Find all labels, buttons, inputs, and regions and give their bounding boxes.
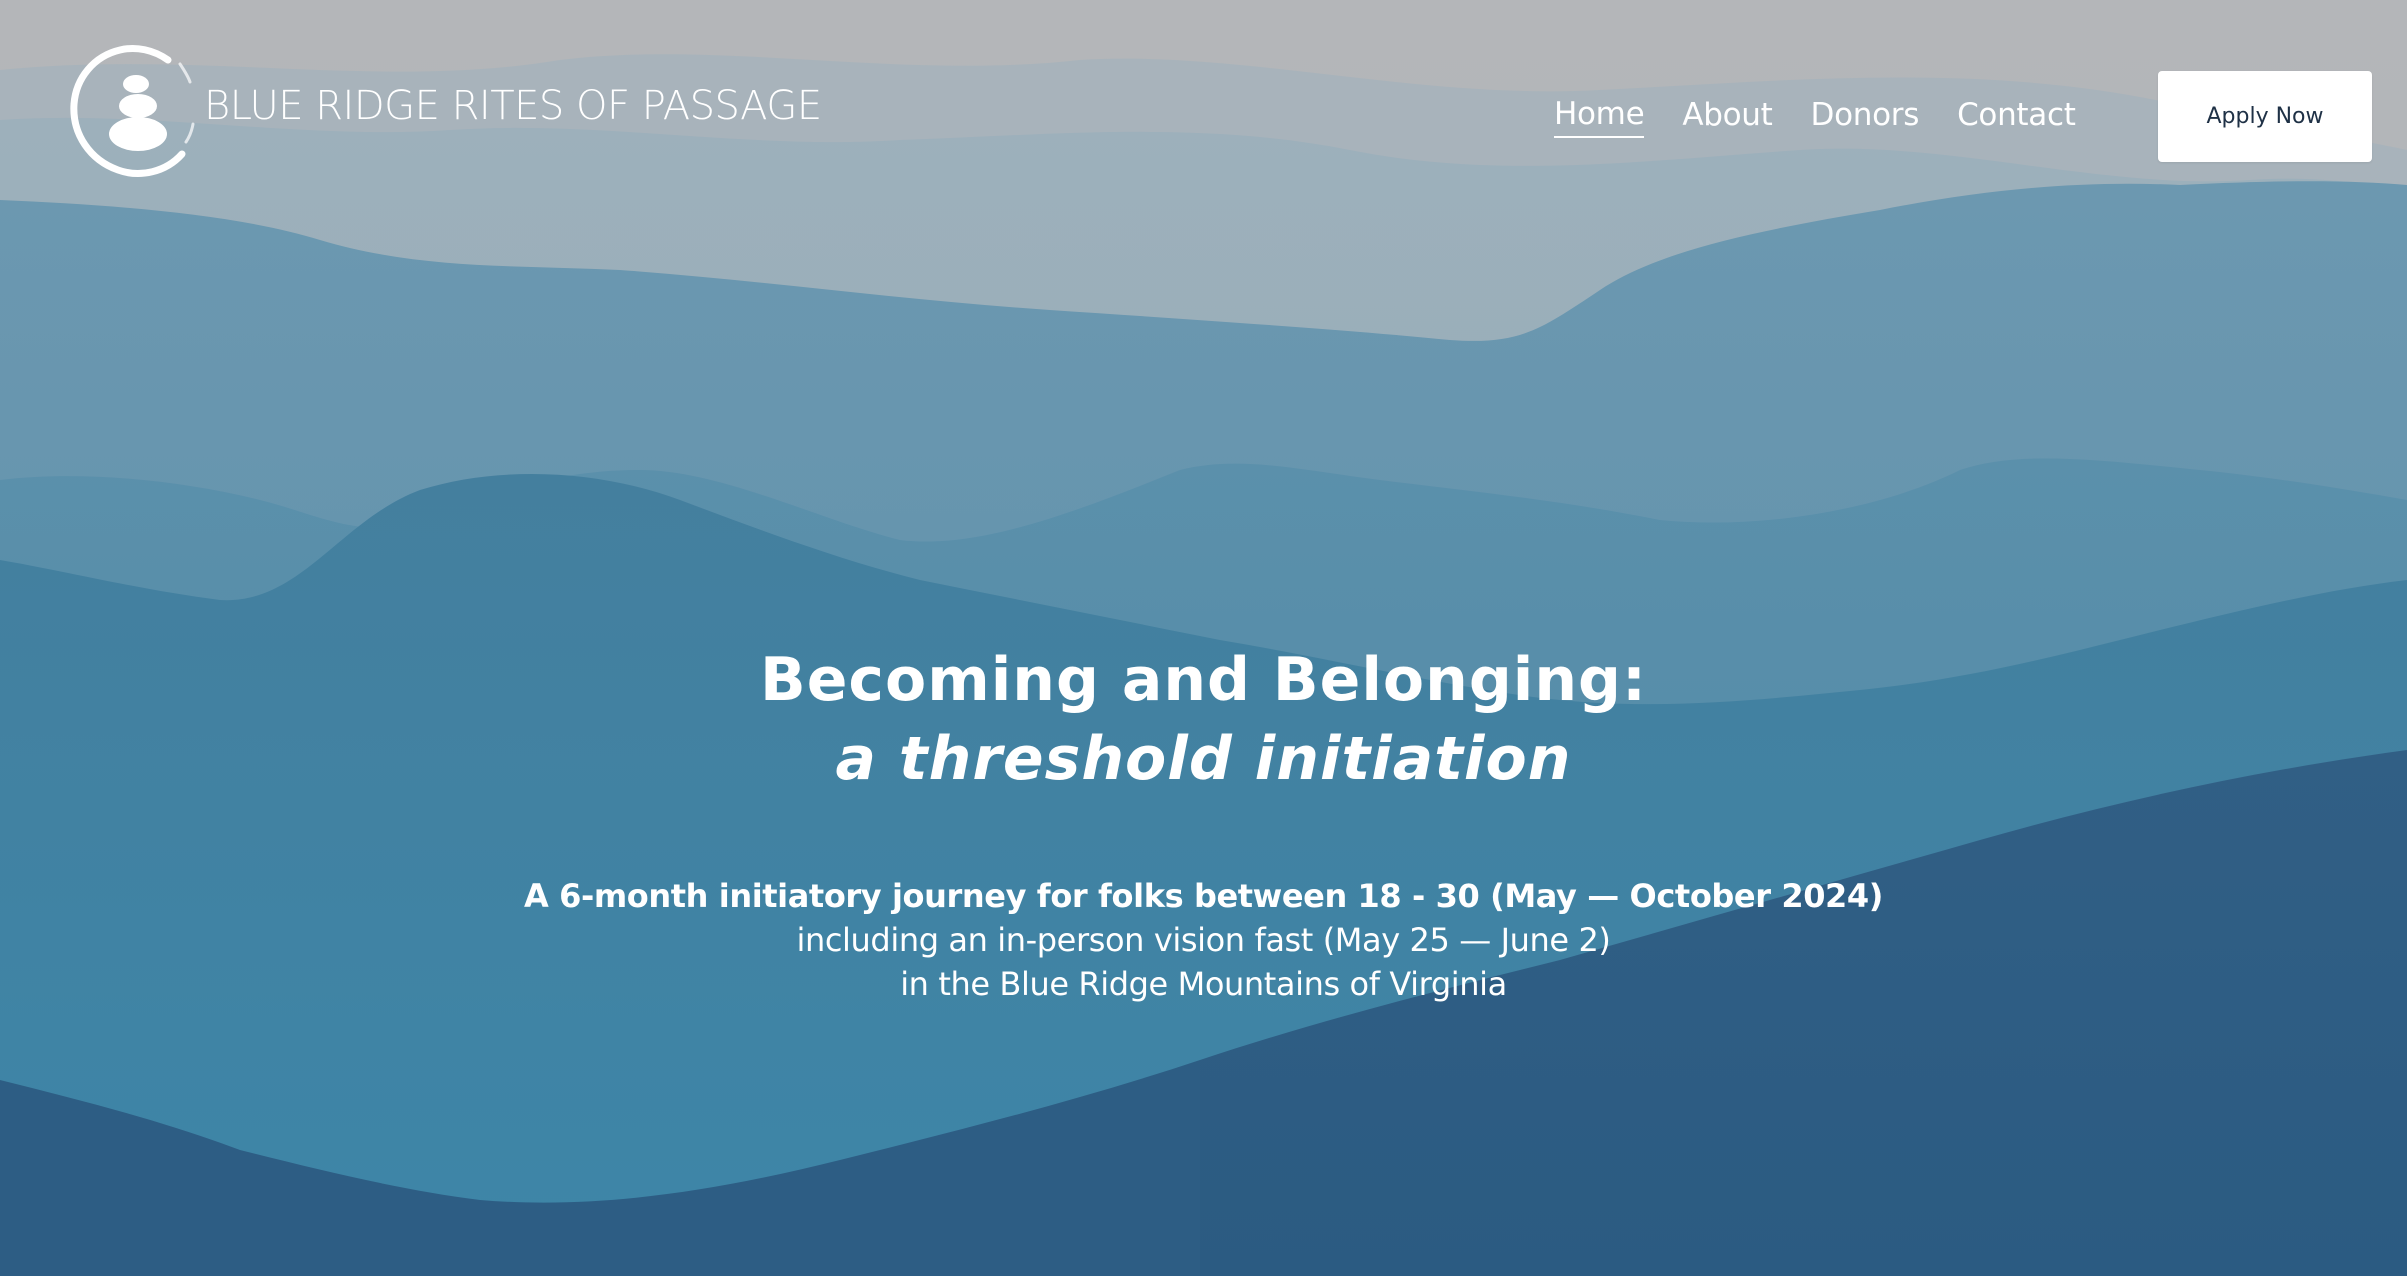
nav-home[interactable]: Home — [1554, 96, 1645, 138]
apply-now-button[interactable]: Apply Now — [2158, 71, 2372, 162]
hero-subtitle: a threshold initiation — [835, 724, 1572, 794]
brand[interactable]: BLUE RIDGE RITES OF PASSAGE — [68, 42, 822, 184]
hero-line-program: A 6-month initiatory journey for folks b… — [523, 877, 1884, 915]
site-name: BLUE RIDGE RITES OF PASSAGE — [204, 83, 822, 129]
nav-about[interactable]: About — [1682, 97, 1772, 137]
hero-section: Becoming and Belonging: a threshold init… — [0, 640, 2407, 1006]
hero-line-vision-fast: including an in-person vision fast (May … — [796, 921, 1611, 959]
main-nav: Home About Donors Contact — [1554, 96, 2114, 138]
site-header: BLUE RIDGE RITES OF PASSAGE Home About D… — [0, 0, 2407, 200]
page: BLUE RIDGE RITES OF PASSAGE Home About D… — [0, 0, 2407, 1276]
hero-line-location: in the Blue Ridge Mountains of Virginia — [900, 965, 1507, 1003]
hero-description: A 6-month initiatory journey for folks b… — [0, 874, 2407, 1006]
hero-title: Becoming and Belonging: — [760, 645, 1647, 715]
nav-donors[interactable]: Donors — [1811, 97, 1920, 137]
stacked-stones-cairn-icon — [70, 44, 195, 177]
nav-contact[interactable]: Contact — [1957, 97, 2076, 137]
